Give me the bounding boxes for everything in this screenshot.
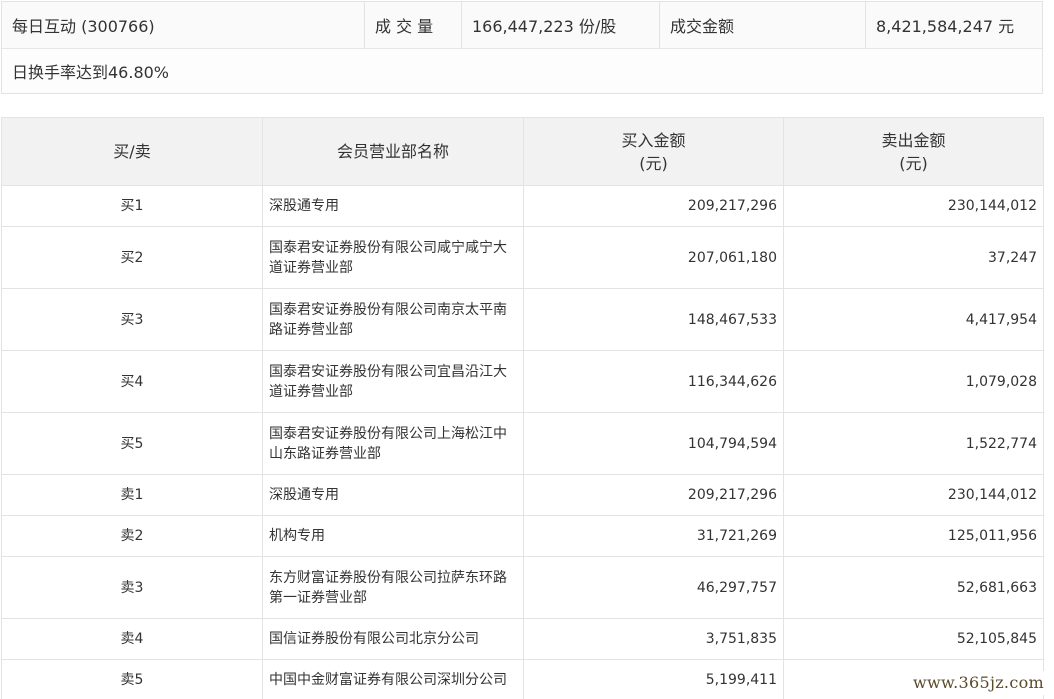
- stock-name: 每日互动 (300766): [2, 2, 365, 48]
- summary-row: 每日互动 (300766) 成 交 量 166,447,223 份/股 成交金额…: [2, 2, 1042, 49]
- amount-value: 8,421,584,247 元: [876, 17, 1015, 36]
- row-side: 买2: [1, 226, 263, 289]
- row-sell-amount: 37,247: [783, 226, 1044, 289]
- row-buy-amount: 116,344,626: [523, 350, 784, 413]
- header-buy-amount: 买入金额 (元): [523, 117, 784, 186]
- header-sell-amount-unit: (元): [899, 153, 928, 173]
- row-broker-name: 国泰君安证券股份有限公司上海松江中山东路证券营业部: [262, 412, 524, 475]
- row-sell-amount: 1,522,774: [783, 412, 1044, 475]
- row-broker-name: 东方财富证券股份有限公司拉萨东环路第一证券营业部: [262, 556, 524, 619]
- row-buy-amount: 3,751,835: [523, 618, 784, 660]
- row-broker-name: 国泰君安证券股份有限公司南京太平南路证券营业部: [262, 288, 524, 351]
- row-sell-amount: 1,079,028: [783, 350, 1044, 413]
- volume-value: 166,447,223 份/股: [462, 2, 660, 48]
- volume-label: 成 交 量: [365, 2, 462, 48]
- row-sell-amount: 52,681,663: [783, 556, 1044, 619]
- row-side: 买1: [1, 185, 263, 227]
- table-row: 买5 国泰君安证券股份有限公司上海松江中山东路证券营业部 104,794,594…: [1, 412, 1044, 475]
- row-broker-name: 机构专用: [262, 515, 524, 557]
- row-side: 卖1: [1, 474, 263, 516]
- table-row: 卖1 深股通专用 209,217,296 230,144,012: [1, 474, 1044, 516]
- row-buy-amount: 5,199,411: [523, 659, 784, 699]
- table-row: 卖4 国信证券股份有限公司北京分公司 3,751,835 52,105,845: [1, 618, 1044, 660]
- row-buy-amount: 207,061,180: [523, 226, 784, 289]
- row-sell-amount: 52,105,845: [783, 618, 1044, 660]
- row-broker-name: 深股通专用: [262, 185, 524, 227]
- amount-label: 成交金额: [660, 2, 866, 48]
- header-buy-amount-unit: (元): [639, 153, 668, 173]
- row-broker-name: 国泰君安证券股份有限公司咸宁咸宁大道证券营业部: [262, 226, 524, 289]
- table-row: 买1 深股通专用 209,217,296 230,144,012: [1, 185, 1044, 227]
- table-header-row: 买/卖 会员营业部名称 买入金额 (元) 卖出金额 (元): [1, 117, 1044, 186]
- row-buy-amount: 209,217,296: [523, 185, 784, 227]
- row-side: 卖3: [1, 556, 263, 619]
- row-sell-amount: 230,144,012: [783, 474, 1044, 516]
- site-watermark: www.365jz.com: [905, 671, 1050, 695]
- row-buy-amount: 148,467,533: [523, 288, 784, 351]
- header-broker-name: 会员营业部名称: [262, 117, 524, 186]
- table-row: 买3 国泰君安证券股份有限公司南京太平南路证券营业部 148,467,533 4…: [1, 288, 1044, 351]
- row-side: 买3: [1, 288, 263, 351]
- row-buy-amount: 31,721,269: [523, 515, 784, 557]
- row-broker-name: 深股通专用: [262, 474, 524, 516]
- row-side: 卖4: [1, 618, 263, 660]
- header-sell-amount-title: 卖出金额: [881, 130, 946, 150]
- table-row: 卖2 机构专用 31,721,269 125,011,956: [1, 515, 1044, 557]
- table-row: 卖5 中国中金财富证券有限公司深圳分公司 5,199,411 51,625,85…: [1, 659, 1044, 699]
- row-side: 买4: [1, 350, 263, 413]
- row-side: 卖5: [1, 659, 263, 699]
- header-buy-amount-title: 买入金额: [621, 130, 686, 150]
- row-sell-amount: 4,417,954: [783, 288, 1044, 351]
- table-row: 卖3 东方财富证券股份有限公司拉萨东环路第一证券营业部 46,297,757 5…: [1, 556, 1044, 619]
- row-broker-name: 中国中金财富证券有限公司深圳分公司: [262, 659, 524, 699]
- row-broker-name: 国泰君安证券股份有限公司宜昌沿江大道证券营业部: [262, 350, 524, 413]
- row-side: 卖2: [1, 515, 263, 557]
- table-row: 买2 国泰君安证券股份有限公司咸宁咸宁大道证券营业部 207,061,180 3…: [1, 226, 1044, 289]
- header-sell-amount: 卖出金额 (元): [783, 117, 1044, 186]
- turnover-note: 日换手率达到46.80%: [2, 49, 1042, 93]
- row-buy-amount: 209,217,296: [523, 474, 784, 516]
- row-sell-amount: 230,144,012: [783, 185, 1044, 227]
- row-broker-name: 国信证券股份有限公司北京分公司: [262, 618, 524, 660]
- row-buy-amount: 46,297,757: [523, 556, 784, 619]
- stock-summary: 每日互动 (300766) 成 交 量 166,447,223 份/股 成交金额…: [1, 1, 1043, 94]
- row-sell-amount: 125,011,956: [783, 515, 1044, 557]
- broker-trades-table: 买/卖 会员营业部名称 买入金额 (元) 卖出金额 (元) 买1 深股通专用 2…: [1, 117, 1044, 699]
- row-buy-amount: 104,794,594: [523, 412, 784, 475]
- row-side: 买5: [1, 412, 263, 475]
- table-row: 买4 国泰君安证券股份有限公司宜昌沿江大道证券营业部 116,344,626 1…: [1, 350, 1044, 413]
- header-side: 买/卖: [1, 117, 263, 186]
